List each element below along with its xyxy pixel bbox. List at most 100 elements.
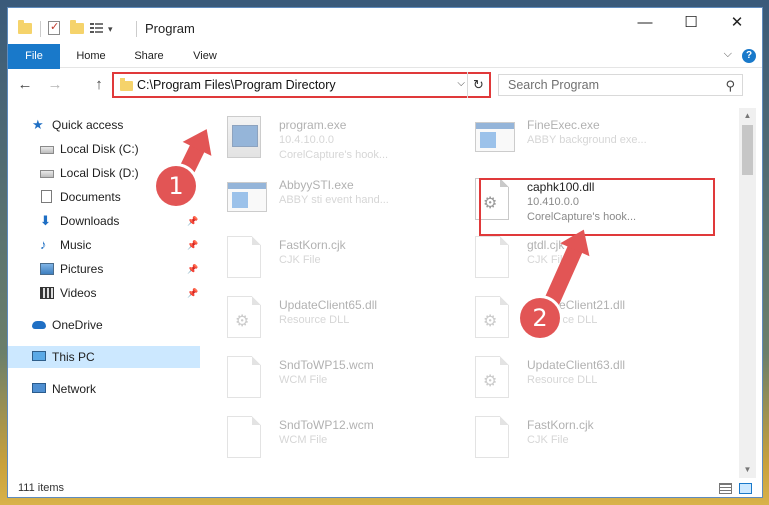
file-description: CorelCapture's hook... (279, 149, 389, 161)
file-type: Resource DLL (527, 374, 598, 386)
file-item[interactable]: UpdateClient21.dll Resource DLL (459, 292, 699, 346)
sidebar-item-downloads[interactable]: ⬇ Downloads 📌 (8, 210, 200, 232)
up-button[interactable]: ↑ (90, 76, 108, 93)
forward-button[interactable]: → (46, 76, 64, 93)
sidebar-item-local-disk-c[interactable]: Local Disk (C:) (8, 138, 200, 160)
status-bar: 111 items (8, 478, 762, 497)
scroll-thumb[interactable] (742, 125, 753, 175)
sidebar-item-label: Videos (60, 286, 97, 300)
sidebar-item-network[interactable]: Network (8, 378, 200, 400)
file-name: FineExec.exe (527, 118, 600, 132)
file-description: ABBY sti event hand... (279, 194, 389, 206)
file-item[interactable]: FastKorn.cjk CJK File (211, 232, 451, 286)
sidebar-item-label: Quick access (52, 118, 124, 132)
folder-icon[interactable] (18, 20, 32, 34)
computer-icon (32, 351, 46, 361)
pin-icon[interactable]: 📌 (187, 234, 198, 256)
scroll-down-icon[interactable]: ▼ (739, 462, 756, 478)
divider (136, 21, 137, 37)
item-count: 111 items (18, 482, 65, 494)
address-path[interactable]: C:\Program Files\Program Directory (137, 78, 336, 92)
file-name: SndToWP12.wcm (279, 418, 374, 432)
sidebar-item-label: Documents (60, 190, 121, 204)
back-button[interactable]: ← (16, 76, 34, 93)
address-dropdown-icon[interactable]: ⌵ (457, 78, 465, 89)
scroll-up-icon[interactable]: ▲ (739, 108, 756, 124)
close-button[interactable]: ✕ (714, 8, 760, 40)
search-input[interactable]: Search Program ⚲ (498, 74, 743, 96)
blank-file-icon (475, 416, 509, 458)
details-view-icon[interactable] (719, 483, 732, 494)
file-item[interactable]: UpdateClient65.dll Resource DLL (211, 292, 451, 346)
pictures-icon (40, 263, 54, 275)
file-item[interactable]: FastKorn.cjk CJK File (459, 412, 699, 466)
file-item[interactable]: SndToWP12.wcm WCM File (211, 412, 451, 466)
properties-check-icon[interactable] (48, 20, 60, 35)
file-item[interactable]: UpdateClient63.dll Resource DLL (459, 352, 699, 406)
file-name: program.exe (279, 118, 347, 132)
file-item[interactable]: SndToWP15.wcm WCM File (211, 352, 451, 406)
step-1-badge: 1 (156, 166, 196, 206)
step-2-badge: 2 (520, 298, 560, 338)
application-file-icon (475, 122, 515, 152)
blank-file-icon (227, 416, 261, 458)
file-item[interactable]: FineExec.exe ABBY background exe... (459, 112, 699, 166)
file-name: SndToWP15.wcm (279, 358, 374, 372)
file-type: WCM File (279, 374, 328, 386)
file-type: CJK File (279, 254, 321, 266)
sidebar-item-label: Local Disk (C:) (60, 142, 139, 156)
music-icon: ♪ (40, 237, 47, 252)
refresh-button[interactable]: ↻ (467, 72, 489, 98)
tiles-view-icon[interactable] (739, 483, 752, 494)
sidebar-item-pictures[interactable]: Pictures 📌 (8, 258, 200, 280)
navigation-bar: ← → ↑ C:\Program Files\Program Directory… (8, 69, 762, 103)
navigation-pane: ★ Quick access Local Disk (C:) Local Dis… (8, 108, 200, 478)
title-bar: ▾ Program — ☐ ✕ (8, 8, 762, 44)
customize-icon[interactable] (90, 21, 104, 35)
address-bar[interactable]: C:\Program Files\Program Directory ⌵ ↻ (112, 72, 491, 98)
ribbon-tabs: File Home Share View ⌵ ? (8, 44, 762, 98)
file-name: UpdateClient63.dll (527, 358, 626, 372)
tab-view[interactable]: View (182, 44, 228, 68)
exe-file-icon (227, 116, 261, 158)
tab-share[interactable]: Share (126, 44, 172, 68)
search-placeholder: Search Program (508, 78, 600, 92)
maximize-button[interactable]: ☐ (668, 8, 714, 40)
sidebar-item-quick-access[interactable]: ★ Quick access (8, 114, 200, 136)
vertical-scrollbar[interactable]: ▲ ▼ (739, 108, 756, 478)
divider (40, 21, 41, 37)
sidebar-item-label: Network (52, 382, 97, 396)
file-name: UpdateClient65.dll (279, 298, 378, 312)
search-icon[interactable]: ⚲ (725, 78, 735, 94)
pin-icon[interactable]: 📌 (187, 282, 198, 304)
dll-file-icon (227, 296, 261, 338)
network-icon (32, 383, 46, 393)
expand-ribbon-icon[interactable]: ⌵ (724, 48, 732, 61)
sidebar-item-music[interactable]: ♪ Music 📌 (8, 234, 200, 256)
chevron-down-icon[interactable]: ▾ (108, 24, 113, 40)
pin-icon[interactable]: 📌 (187, 210, 198, 232)
file-list: program.exe 10.4.10.0.0 CorelCapture's h… (211, 108, 739, 478)
sidebar-item-this-pc[interactable]: This PC (8, 346, 200, 368)
new-folder-icon[interactable] (70, 20, 84, 34)
file-item[interactable]: program.exe 10.4.10.0.0 CorelCapture's h… (211, 112, 451, 166)
download-icon: ⬇ (40, 213, 51, 228)
file-description: ABBY background exe... (527, 134, 647, 146)
file-type: CJK File (527, 434, 569, 446)
highlight-frame (479, 178, 715, 236)
application-file-icon (227, 182, 267, 212)
file-name: FastKorn.cjk (527, 418, 594, 432)
minimize-button[interactable]: — (622, 8, 668, 40)
folder-icon (120, 78, 133, 91)
dll-file-icon (475, 356, 509, 398)
videos-icon (40, 287, 54, 299)
window-title: Program (145, 21, 195, 36)
file-type: WCM File (279, 434, 328, 446)
pin-icon[interactable]: 📌 (187, 258, 198, 280)
file-item[interactable]: AbbyySTI.exe ABBY sti event hand... (211, 172, 451, 226)
sidebar-item-videos[interactable]: Videos 📌 (8, 282, 200, 304)
help-icon[interactable]: ? (742, 49, 756, 63)
file-type: Resource DLL (279, 314, 350, 326)
sidebar-item-onedrive[interactable]: OneDrive (8, 314, 200, 336)
tab-home[interactable]: Home (68, 44, 114, 68)
